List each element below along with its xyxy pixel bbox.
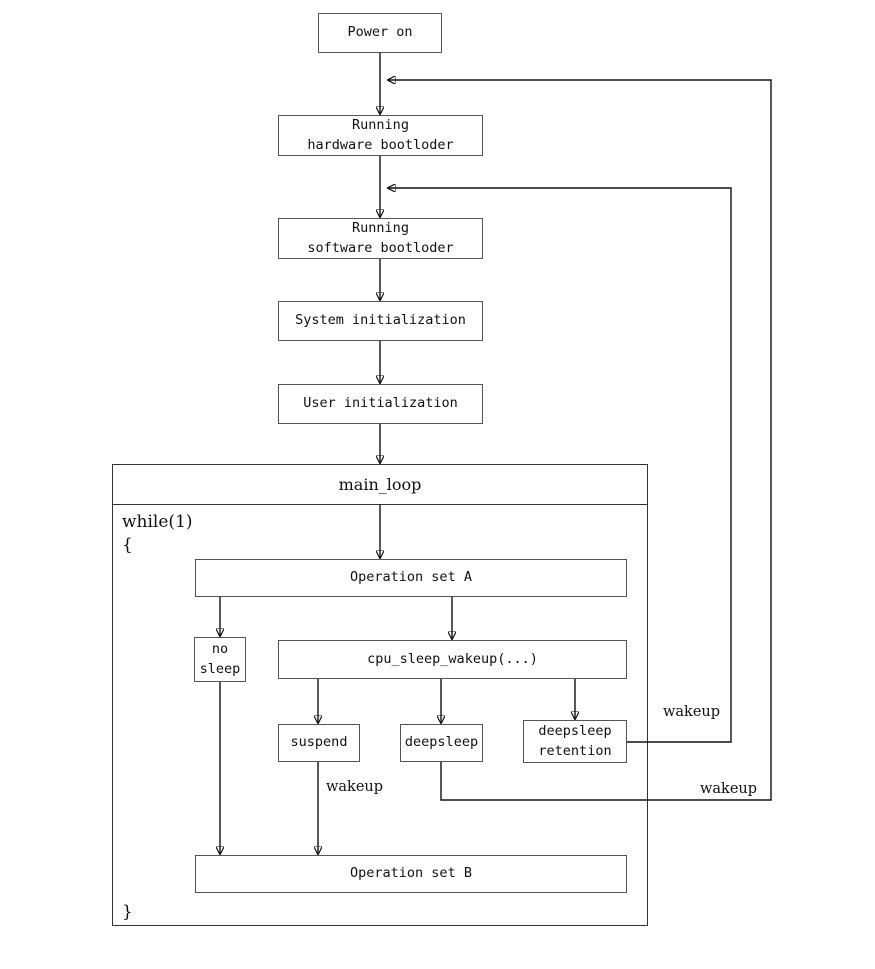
flowchart-canvas: main_loop while(1) { } Power on Running … bbox=[0, 0, 875, 969]
node-power-on[interactable]: Power on bbox=[318, 13, 442, 53]
node-no-sleep[interactable]: no sleep bbox=[194, 637, 246, 682]
node-power-on-label: Power on bbox=[347, 24, 413, 41]
node-user-initialization[interactable]: User initialization bbox=[278, 384, 483, 424]
node-operation-set-a-label: Operation set A bbox=[350, 569, 472, 586]
edge-label-suspend-wakeup: wakeup bbox=[326, 779, 384, 795]
while-loop-open: while(1) { bbox=[122, 512, 193, 555]
main-loop-title: main_loop bbox=[338, 474, 422, 494]
node-deepsleep-retention-label: deepsleep retention bbox=[538, 722, 612, 759]
node-running-software-bootloader-label: Running software bootloder bbox=[307, 219, 454, 256]
node-no-sleep-label: no sleep bbox=[199, 640, 241, 677]
node-suspend-label: suspend bbox=[290, 734, 348, 751]
node-running-software-bootloader[interactable]: Running software bootloder bbox=[278, 218, 483, 259]
node-operation-set-b[interactable]: Operation set B bbox=[195, 855, 627, 893]
node-cpu-sleep-wakeup[interactable]: cpu_sleep_wakeup(...) bbox=[278, 640, 627, 679]
while-loop-close: } bbox=[122, 902, 133, 922]
edge-label-retention-wakeup: wakeup bbox=[663, 704, 721, 720]
node-cpu-sleep-wakeup-label: cpu_sleep_wakeup(...) bbox=[367, 650, 538, 667]
node-system-initialization-label: System initialization bbox=[295, 312, 466, 329]
node-operation-set-a[interactable]: Operation set A bbox=[195, 559, 627, 597]
node-running-hardware-bootloader-label: Running hardware bootloder bbox=[307, 116, 454, 153]
main-loop-header: main_loop bbox=[112, 464, 648, 505]
node-running-hardware-bootloader[interactable]: Running hardware bootloder bbox=[278, 115, 483, 156]
node-deepsleep-retention[interactable]: deepsleep retention bbox=[523, 720, 627, 763]
edge-label-deepsleep-wakeup: wakeup bbox=[700, 781, 758, 797]
node-suspend[interactable]: suspend bbox=[278, 724, 360, 762]
node-system-initialization[interactable]: System initialization bbox=[278, 301, 483, 341]
node-operation-set-b-label: Operation set B bbox=[350, 865, 472, 882]
node-user-initialization-label: User initialization bbox=[303, 395, 458, 412]
node-deepsleep[interactable]: deepsleep bbox=[400, 724, 483, 762]
node-deepsleep-label: deepsleep bbox=[404, 734, 479, 751]
